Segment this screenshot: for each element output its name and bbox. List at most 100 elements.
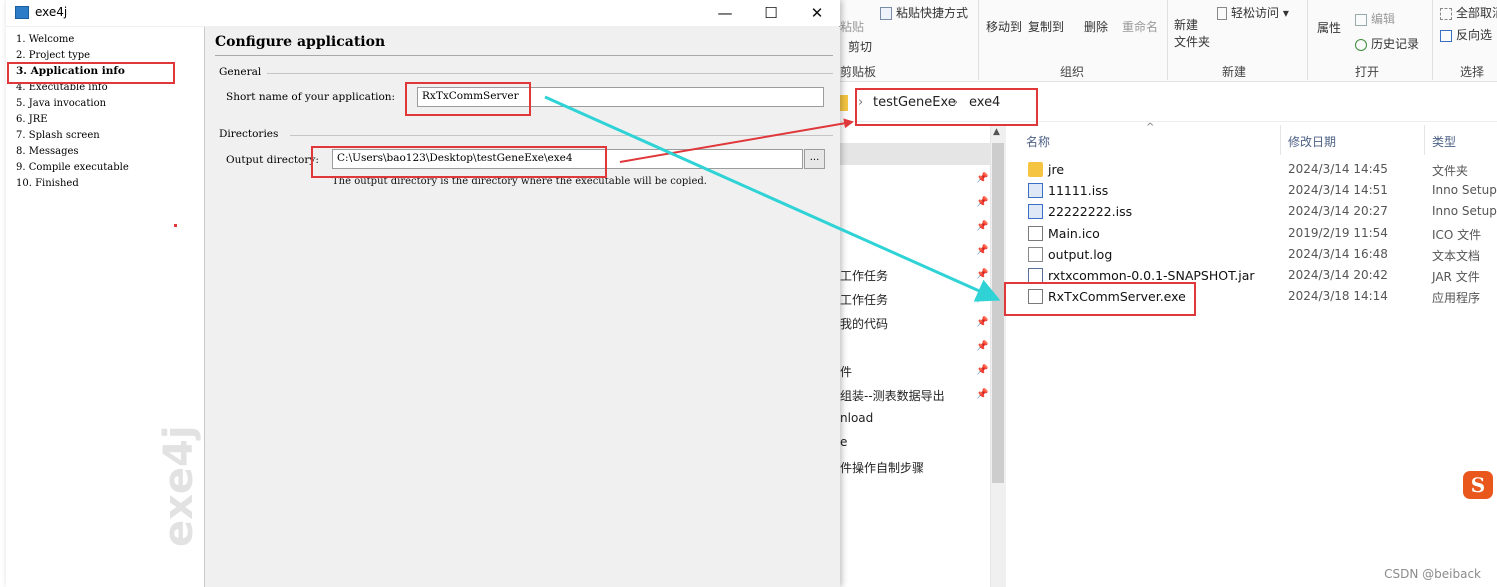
- pin-icon[interactable]: 📌: [976, 269, 988, 280]
- sort-ascending-icon: ^: [1146, 122, 1155, 133]
- nav-item[interactable]: 件: [840, 363, 852, 380]
- file-row[interactable]: jre 2024/3/14 14:45 文件夹: [1006, 159, 1497, 180]
- ribbon-paste[interactable]: 粘贴: [840, 18, 864, 35]
- iss-file-icon: [1028, 183, 1043, 199]
- pin-icon[interactable]: 📌: [976, 317, 988, 328]
- window-title: exe4j: [35, 5, 68, 19]
- ribbon: 粘贴 粘贴快捷方式 剪切 移动到 复制到 删除 重命名 新建 文件夹 轻松访问 …: [840, 0, 1497, 82]
- ribbon-group-select: 选择: [1460, 65, 1485, 79]
- ribbon-separator: [1307, 0, 1308, 80]
- paste-shortcut-icon: [880, 7, 892, 20]
- ribbon-edit[interactable]: 编辑: [1355, 10, 1395, 27]
- step-welcome[interactable]: 1. Welcome: [16, 34, 74, 45]
- file-date: 2024/3/14 14:51: [1288, 183, 1388, 198]
- ribbon-separator: [978, 0, 979, 80]
- ribbon-new-folder[interactable]: 新建 文件夹: [1174, 17, 1210, 51]
- group-divider: [267, 73, 833, 74]
- step-project-type[interactable]: 2. Project type: [16, 50, 90, 61]
- file-type: Inno Setup: [1432, 204, 1497, 219]
- ribbon-separator: [1167, 0, 1168, 80]
- ribbon-group-new: 新建: [1222, 65, 1247, 79]
- nav-item[interactable]: 工作任务: [840, 267, 888, 284]
- pin-icon[interactable]: 📌: [976, 293, 988, 304]
- file-type: Inno Setup: [1432, 183, 1497, 198]
- file-date: 2024/3/14 20:27: [1288, 204, 1388, 219]
- nav-item[interactable]: 我的代码: [840, 315, 888, 332]
- nav-item[interactable]: 工作任务: [840, 291, 888, 308]
- directories-heading: Directories: [219, 128, 279, 140]
- file-row[interactable]: Main.ico 2019/2/19 11:54 ICO 文件: [1006, 223, 1497, 244]
- file-type: 应用程序: [1432, 291, 1481, 306]
- browse-button[interactable]: ...: [804, 149, 825, 169]
- step-splash-screen[interactable]: 7. Splash screen: [16, 130, 100, 141]
- ribbon-paste-shortcut[interactable]: 粘贴快捷方式: [880, 4, 968, 21]
- folder-icon: [840, 95, 848, 111]
- annotation-box-short-name: [405, 82, 531, 116]
- step-java-invocation[interactable]: 5. Java invocation: [16, 98, 106, 109]
- pin-icon[interactable]: 📌: [976, 221, 988, 232]
- ribbon-invert-selection[interactable]: 反向选: [1440, 26, 1492, 43]
- pin-icon[interactable]: 📌: [976, 197, 988, 208]
- ribbon-properties[interactable]: 属性: [1317, 19, 1341, 36]
- invert-selection-icon: [1440, 29, 1452, 42]
- file-row[interactable]: output.log 2024/3/14 16:48 文本文档: [1006, 244, 1497, 265]
- navigation-pane: 工作任务 工作任务 我的代码 件 组装--测表数据导出 nload e 件操作自…: [840, 125, 990, 587]
- ribbon-move-to[interactable]: 移动到: [986, 18, 1022, 35]
- ribbon-copy-to[interactable]: 复制到: [1028, 18, 1064, 35]
- select-none-icon: [1440, 7, 1452, 20]
- column-name[interactable]: 名称: [1026, 133, 1050, 150]
- column-headers: ^ 名称 修改日期 类型: [1006, 122, 1497, 155]
- nav-item-selected[interactable]: [840, 143, 990, 165]
- file-name: output.log: [1048, 246, 1113, 262]
- ribbon-easy-access[interactable]: 轻松访问 ▾: [1217, 4, 1289, 21]
- file-row[interactable]: 22222222.iss 2024/3/14 20:27 Inno Setup: [1006, 201, 1497, 222]
- exe4j-sidebar-logo: exe4j: [156, 425, 202, 547]
- file-date: 2024/3/14 16:48: [1288, 246, 1388, 261]
- nav-item[interactable]: e: [840, 435, 847, 449]
- file-row[interactable]: 11111.iss 2024/3/14 14:51 Inno Setup: [1006, 180, 1497, 201]
- history-icon: [1355, 38, 1367, 51]
- ribbon-select-none[interactable]: 全部取消: [1440, 4, 1497, 21]
- ribbon-delete[interactable]: 删除: [1084, 18, 1108, 35]
- maximize-button[interactable]: ☐: [748, 0, 794, 26]
- pin-icon[interactable]: 📌: [976, 173, 988, 184]
- file-name: 22222222.iss: [1048, 204, 1133, 220]
- column-divider[interactable]: [1280, 125, 1281, 155]
- step-compile-executable[interactable]: 9. Compile executable: [16, 162, 129, 173]
- nav-item[interactable]: 组装--测表数据导出: [840, 387, 945, 404]
- pin-icon[interactable]: 📌: [976, 245, 988, 256]
- ribbon-rename[interactable]: 重命名: [1122, 18, 1158, 35]
- title-bar[interactable]: exe4j — ☐ ✕: [6, 0, 840, 26]
- ribbon-group-organize: 组织: [1060, 65, 1085, 79]
- close-button[interactable]: ✕: [794, 0, 840, 26]
- pin-icon[interactable]: 📌: [976, 365, 988, 376]
- output-directory-label: Output directory:: [226, 154, 319, 166]
- column-divider[interactable]: [1424, 125, 1425, 155]
- pin-icon[interactable]: 📌: [976, 341, 988, 352]
- ribbon-cut[interactable]: 剪切: [848, 38, 872, 55]
- exe4j-app-icon: [15, 6, 29, 19]
- step-jre[interactable]: 6. JRE: [16, 114, 48, 125]
- ribbon-group-clipboard: 剪贴板: [840, 65, 877, 79]
- nav-scrollbar-thumb[interactable]: [992, 143, 1004, 483]
- sogou-ime-icon[interactable]: S: [1463, 471, 1493, 499]
- minimize-button[interactable]: —: [702, 0, 748, 26]
- nav-item[interactable]: nload: [840, 411, 873, 425]
- group-divider: [290, 135, 833, 136]
- file-type: JAR 文件: [1432, 270, 1480, 284]
- file-date: 2024/3/18 14:14: [1288, 289, 1388, 304]
- column-date[interactable]: 修改日期: [1288, 133, 1336, 150]
- scroll-up-icon[interactable]: ▲: [993, 127, 1000, 137]
- file-name: rxtxcommon-0.0.1-SNAPSHOT.jar: [1048, 268, 1255, 283]
- annotation-box-breadcrumb: [855, 88, 1038, 126]
- step-finished[interactable]: 10. Finished: [16, 178, 79, 189]
- ribbon-history[interactable]: 历史记录: [1355, 35, 1419, 52]
- column-type[interactable]: 类型: [1432, 133, 1456, 150]
- step-messages[interactable]: 8. Messages: [16, 146, 79, 157]
- file-type: 文件夹: [1432, 164, 1469, 178]
- nav-item[interactable]: 件操作自制步骤: [840, 459, 924, 476]
- pin-icon[interactable]: 📌: [976, 389, 988, 400]
- text-file-icon: [1028, 246, 1043, 262]
- page-title: Configure application: [215, 34, 386, 50]
- ico-file-icon: [1028, 225, 1043, 241]
